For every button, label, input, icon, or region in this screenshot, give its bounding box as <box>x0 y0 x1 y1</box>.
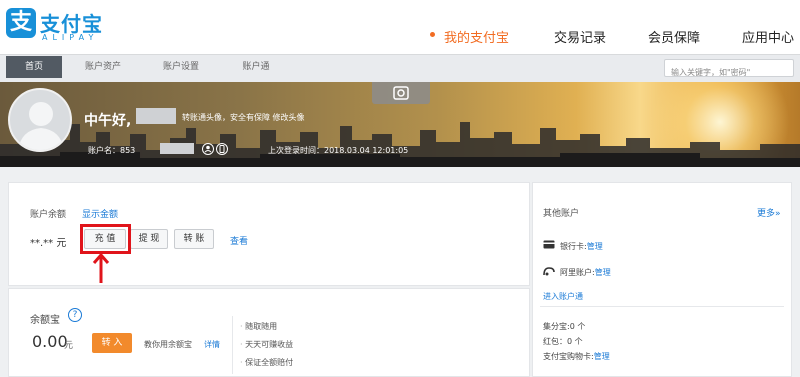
avatar[interactable] <box>8 88 72 152</box>
bank-card-icon <box>543 240 555 249</box>
greeting-text: 中午好, <box>84 113 132 129</box>
account-status-icons <box>202 143 228 155</box>
withdraw-button[interactable]: 提 现 <box>130 229 168 249</box>
ali-account-manage-link[interactable]: 管理 <box>595 268 611 277</box>
yuebao-detail-link[interactable]: 详情 <box>204 339 220 350</box>
nav-transactions[interactable]: 交易记录 <box>554 27 606 46</box>
feature-item: 天天可赚收益 <box>240 336 293 354</box>
view-link[interactable]: 查看 <box>230 234 248 247</box>
balance-amount: **.** 元 <box>30 238 67 249</box>
tab-account-assets[interactable]: 账户资产 <box>70 56 136 78</box>
shopping-card-row: 支付宝购物卡:管理 <box>543 352 610 361</box>
red-arrow-icon <box>92 252 110 283</box>
change-cover-button[interactable] <box>372 82 430 104</box>
tab-account-settings[interactable]: 账户设置 <box>148 56 214 78</box>
bank-card-manage-link[interactable]: 管理 <box>587 242 603 251</box>
yuebao-separator <box>232 316 233 374</box>
balance-label: 账户余额 <box>30 210 67 220</box>
phone-verify-icon[interactable] <box>216 143 228 155</box>
ali-account-icon <box>543 267 555 276</box>
last-login-time: 上次登录时间：2018.03.04 12:01:05 <box>268 146 409 155</box>
red-packet-row: 红包：0 个 <box>543 337 583 346</box>
logo-subtext: ALIPAY <box>42 33 99 42</box>
search-input[interactable] <box>665 64 793 81</box>
side-divider <box>540 306 784 307</box>
show-amount-link[interactable]: 显示金额 <box>82 207 118 220</box>
masked-account <box>160 143 194 154</box>
nav-member-protection[interactable]: 会员保障 <box>648 27 700 46</box>
ali-account-row: 阿里账户:管理 <box>560 268 611 277</box>
camera-icon <box>393 86 409 100</box>
shopping-card-manage-link[interactable]: 管理 <box>594 352 610 361</box>
account-name-label: 账户名：853 <box>88 146 136 155</box>
bank-card-row: 银行卡:管理 <box>560 242 603 251</box>
yuebao-title: 余额宝 <box>30 315 60 326</box>
other-accounts-title: 其他账户 <box>543 209 580 219</box>
yuebao-features: 随取随用 天天可赚收益 保证全额赔付 <box>240 318 293 372</box>
points-row: 集分宝:0 个 <box>543 322 586 331</box>
nav-my-alipay[interactable]: 我的支付宝 <box>444 27 509 46</box>
transfer-button[interactable]: 转 账 <box>174 229 214 249</box>
highlight-box <box>80 224 131 254</box>
feature-item: 随取随用 <box>240 318 293 336</box>
masked-name <box>136 108 176 124</box>
feature-item: 保证全额赔付 <box>240 354 293 372</box>
search-box[interactable] <box>664 59 794 81</box>
alipay-logo-icon[interactable]: 支 <box>6 8 36 38</box>
yuebao-amount: 0.00 <box>32 332 68 351</box>
enter-account-pass-link[interactable]: 进入账户通 <box>543 291 583 302</box>
transfer-in-button[interactable]: 转 入 <box>92 333 132 353</box>
active-nav-dot-icon <box>430 32 435 37</box>
nav-app-center[interactable]: 应用中心 <box>742 27 794 46</box>
help-icon[interactable]: ? <box>68 308 82 322</box>
yuebao-unit: 元 <box>64 341 74 351</box>
change-avatar-link[interactable]: 转账通头像，安全有保障 修改头像 <box>182 112 305 123</box>
yuebao-hint: 教你用余额宝 <box>144 340 192 349</box>
user-verify-icon[interactable] <box>202 143 214 155</box>
tab-home[interactable]: 首页 <box>6 56 62 78</box>
more-link[interactable]: 更多» <box>757 206 781 219</box>
tab-account-pass[interactable]: 账户通 <box>226 56 286 78</box>
